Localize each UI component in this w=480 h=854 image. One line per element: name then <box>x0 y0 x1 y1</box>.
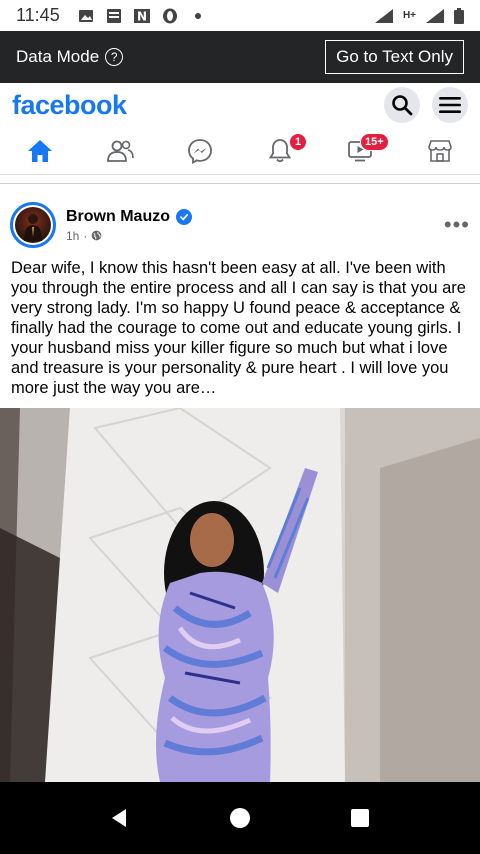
notifications-badge: 1 <box>289 133 307 151</box>
meta-separator: · <box>83 228 88 243</box>
search-icon <box>392 95 413 116</box>
post-meta: 1h · <box>66 229 192 243</box>
tab-watch[interactable]: 15+ <box>320 127 400 174</box>
globe-icon <box>92 230 102 241</box>
post-time[interactable]: 1h <box>66 229 79 243</box>
status-time: 11:45 <box>16 5 60 25</box>
tab-messenger[interactable] <box>160 127 240 174</box>
go-to-text-only-button[interactable]: Go to Text Only <box>325 40 464 74</box>
dot-icon <box>194 12 201 19</box>
gallery-icon <box>78 9 93 22</box>
news-icon <box>106 8 121 23</box>
app-header: facebook <box>0 83 480 127</box>
messenger-icon <box>188 138 212 164</box>
verified-icon <box>176 208 192 225</box>
data-mode-bar: Data Mode ? Go to Text Only <box>0 31 480 83</box>
author-name[interactable]: Brown Mauzo <box>66 208 170 226</box>
post-photo[interactable] <box>0 408 480 782</box>
friends-icon <box>107 140 134 162</box>
feed-divider <box>0 183 480 191</box>
tab-notifications[interactable]: 1 <box>240 127 320 174</box>
status-right-icons: H+ <box>373 7 464 24</box>
marketplace-icon <box>428 139 452 162</box>
tab-home[interactable] <box>0 127 80 174</box>
status-notification-icons: N <box>78 8 206 24</box>
svg-text:N: N <box>137 9 147 23</box>
battery-icon <box>454 7 464 24</box>
app-n-icon: N <box>133 8 150 23</box>
opera-icon <box>162 8 177 23</box>
menu-icon <box>439 97 461 113</box>
menu-button[interactable] <box>432 87 468 123</box>
top-nav: 1 15+ <box>0 127 480 175</box>
android-nav-bar <box>0 782 480 854</box>
signal-icon-2 <box>426 8 444 23</box>
home-button-icon[interactable] <box>228 806 252 830</box>
tab-friends[interactable] <box>80 127 160 174</box>
recents-icon[interactable] <box>349 807 371 829</box>
data-mode-label: Data Mode <box>16 47 100 66</box>
post-text: Dear wife, I know this hasn't been easy … <box>11 259 466 397</box>
home-icon <box>28 139 52 162</box>
help-icon[interactable]: ? <box>105 48 124 66</box>
status-bar: 11:45 N H+ <box>0 0 480 31</box>
author-avatar[interactable] <box>10 202 56 248</box>
facebook-logo[interactable]: facebook <box>12 90 127 121</box>
back-icon[interactable] <box>109 807 131 829</box>
tab-marketplace[interactable] <box>400 127 480 174</box>
post-more-button[interactable]: ••• <box>444 212 470 238</box>
watch-badge: 15+ <box>360 133 389 151</box>
photo-illustration <box>0 408 480 782</box>
network-type: H+ <box>402 10 416 21</box>
signal-icon <box>374 8 393 23</box>
avatar-image <box>15 207 51 243</box>
post-header: Brown Mauzo 1h · ••• <box>0 196 480 254</box>
search-button[interactable] <box>384 87 420 123</box>
